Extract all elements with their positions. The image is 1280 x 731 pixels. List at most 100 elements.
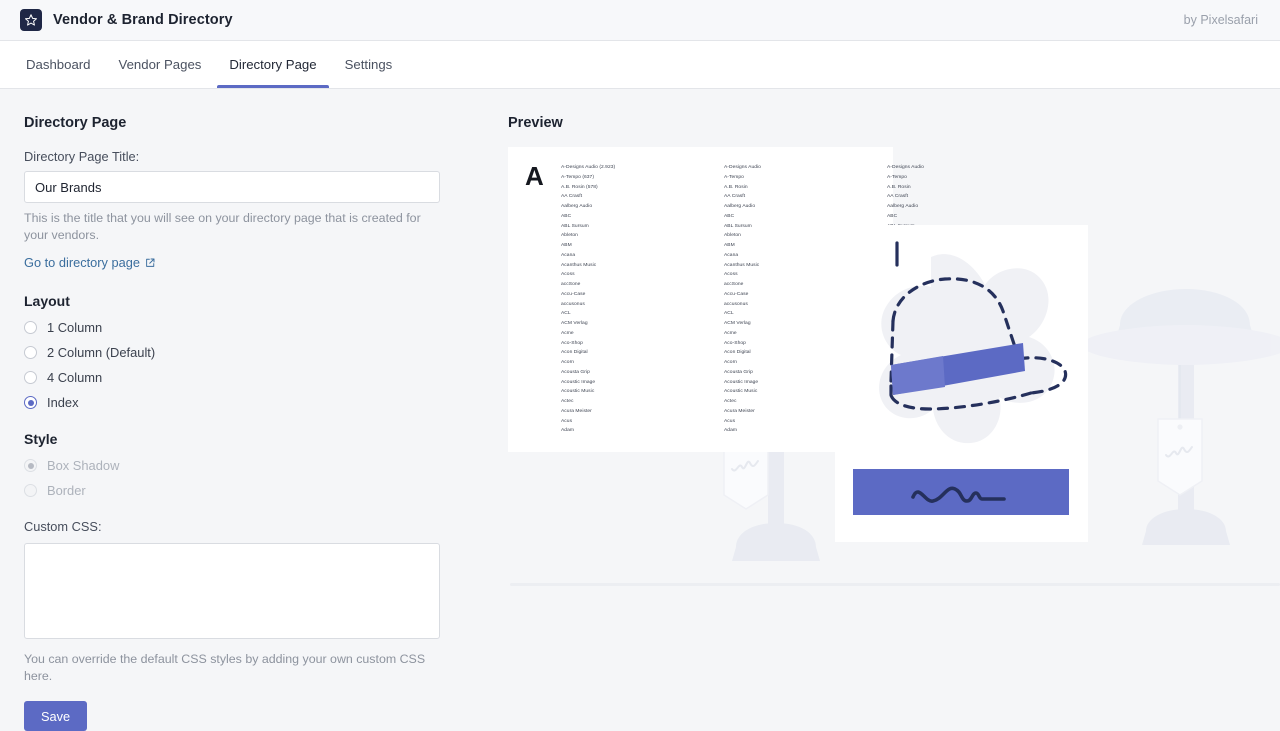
- brand-item: A-Tempo (637): [561, 173, 666, 183]
- brand-item: AA Crasft: [561, 192, 666, 202]
- brand-item: Acura Meister: [561, 407, 666, 417]
- brand-item: Aco-Shop: [561, 339, 666, 349]
- radio-icon[interactable]: [24, 346, 37, 359]
- settings-panel: Directory Page Directory Page Title: Thi…: [0, 89, 488, 720]
- brand-item: A-Tempo: [724, 173, 829, 183]
- brand-item: Acon Digital: [561, 348, 666, 358]
- brand-block: Vendor & Brand Directory: [20, 9, 233, 31]
- brand-item: A.B. Rosin: [887, 183, 992, 193]
- brand-item: Acus: [561, 417, 666, 427]
- layout-option-label: 4 Column: [47, 370, 102, 385]
- style-group-title: Style: [24, 431, 464, 447]
- brand-item: Acorn: [724, 358, 829, 368]
- style-option-label: Box Shadow: [47, 458, 119, 473]
- layout-option-2-column[interactable]: 2 Column (Default): [24, 345, 464, 360]
- brand-item: Acme: [724, 329, 829, 339]
- brand-item: Aco-Shop: [724, 339, 829, 349]
- brand-item: A-Designs Audio (2.923): [561, 163, 666, 173]
- main-tabs: Dashboard Vendor Pages Directory Page Se…: [0, 41, 1280, 89]
- brand-item: Acura Meister: [724, 407, 829, 417]
- brand-item: ABM: [724, 241, 829, 251]
- brand-item: Acoustic Image: [724, 378, 829, 388]
- brand-item: Acoss: [561, 270, 666, 280]
- brand-item: Adam: [561, 426, 666, 436]
- index-letter: A: [525, 161, 544, 192]
- custom-css-label: Custom CSS:: [24, 519, 464, 534]
- brand-item: Accu-Case: [561, 290, 666, 300]
- style-option-border: Border: [24, 483, 464, 498]
- layout-group-title: Layout: [24, 293, 464, 309]
- brand-item: Aalberg Audio: [561, 202, 666, 212]
- brand-item: Actec: [724, 397, 829, 407]
- tab-vendor-pages[interactable]: Vendor Pages: [105, 41, 216, 88]
- go-to-directory-page-link[interactable]: Go to directory page: [24, 255, 155, 270]
- layout-option-index[interactable]: Index: [24, 395, 464, 410]
- preview-title: Preview: [508, 115, 1280, 131]
- brand-item: Acousta Grip: [561, 368, 666, 378]
- tab-directory-page[interactable]: Directory Page: [215, 41, 330, 88]
- brand-item: ABL Sursum: [561, 222, 666, 232]
- brand-item: ABL Sursum: [724, 222, 829, 232]
- brand-item: ACL: [724, 309, 829, 319]
- go-to-directory-page-label: Go to directory page: [24, 255, 140, 270]
- radio-icon-disabled: [24, 484, 37, 497]
- brand-item: Acoustic Image: [561, 378, 666, 388]
- brand-item: Actec: [561, 397, 666, 407]
- external-link-icon: [145, 258, 155, 268]
- page-body: Directory Page Directory Page Title: Thi…: [0, 89, 1280, 720]
- brand-item: AA Crasft: [887, 192, 992, 202]
- brand-item: ABC: [561, 212, 666, 222]
- brand-item: Acoustic Music: [724, 387, 829, 397]
- layout-option-4-column[interactable]: 4 Column: [24, 370, 464, 385]
- custom-css-textarea[interactable]: [24, 543, 440, 639]
- radio-icon-disabled-selected: [24, 459, 37, 472]
- brand-item: ABC: [724, 212, 829, 222]
- directory-title-label: Directory Page Title:: [24, 149, 464, 164]
- brand-item: A.B. Rosin (578): [561, 183, 666, 193]
- app-header: Vendor & Brand Directory by Pixelsafari: [0, 0, 1280, 41]
- app-title: Vendor & Brand Directory: [53, 12, 233, 28]
- style-option-label: Border: [47, 483, 86, 498]
- directory-title-input[interactable]: [24, 171, 440, 203]
- brand-item: ABM: [561, 241, 666, 251]
- brand-column-1: A-Designs Audio (2.923) A-Tempo (637) A.…: [561, 163, 666, 436]
- brand-item: Acme: [561, 329, 666, 339]
- page-title: Directory Page: [24, 115, 464, 131]
- blue-banner-with-signature: [853, 469, 1069, 515]
- brand-item: Acana: [724, 251, 829, 261]
- save-button[interactable]: Save: [24, 701, 87, 731]
- brand-item: A-Tempo: [887, 173, 992, 183]
- brand-item: Acus: [724, 417, 829, 427]
- brand-item: ABC: [887, 212, 992, 222]
- brand-item: ACL: [561, 309, 666, 319]
- star-badge-icon: [20, 9, 42, 31]
- radio-icon-selected[interactable]: [24, 396, 37, 409]
- brand-item: Acanthus Music: [724, 261, 829, 271]
- brand-item: Acanthus Music: [561, 261, 666, 271]
- brand-item: A-Designs Audio: [724, 163, 829, 173]
- brand-item: Accu-Case: [724, 290, 829, 300]
- layout-option-1-column[interactable]: 1 Column: [24, 320, 464, 335]
- brand-item: A-Designs Audio: [887, 163, 992, 173]
- layout-option-label: Index: [47, 395, 79, 410]
- layout-option-label: 1 Column: [47, 320, 102, 335]
- brand-item: ACM Verlag: [561, 319, 666, 329]
- brand-item: Acana: [561, 251, 666, 261]
- brand-item: Acorn: [561, 358, 666, 368]
- brand-item: Acon Digital: [724, 348, 829, 358]
- brand-item: Acoustic Music: [561, 387, 666, 397]
- brand-item: Ableton: [561, 231, 666, 241]
- illustration-card: [835, 225, 1088, 542]
- directory-title-helper: This is the title that you will see on y…: [24, 210, 434, 243]
- brand-item: Adam: [724, 426, 829, 436]
- brand-item: accusonus: [724, 300, 829, 310]
- radio-icon[interactable]: [24, 371, 37, 384]
- brand-item: Ableton: [724, 231, 829, 241]
- radio-icon[interactable]: [24, 321, 37, 334]
- brand-item: Acousta Grip: [724, 368, 829, 378]
- preview-stage: A A-Designs Audio (2.923) A-Tempo (637) …: [508, 147, 1280, 627]
- layout-option-label: 2 Column (Default): [47, 345, 155, 360]
- tab-settings[interactable]: Settings: [331, 41, 407, 88]
- brand-item: Aalberg Audio: [724, 202, 829, 212]
- tab-dashboard[interactable]: Dashboard: [12, 41, 105, 88]
